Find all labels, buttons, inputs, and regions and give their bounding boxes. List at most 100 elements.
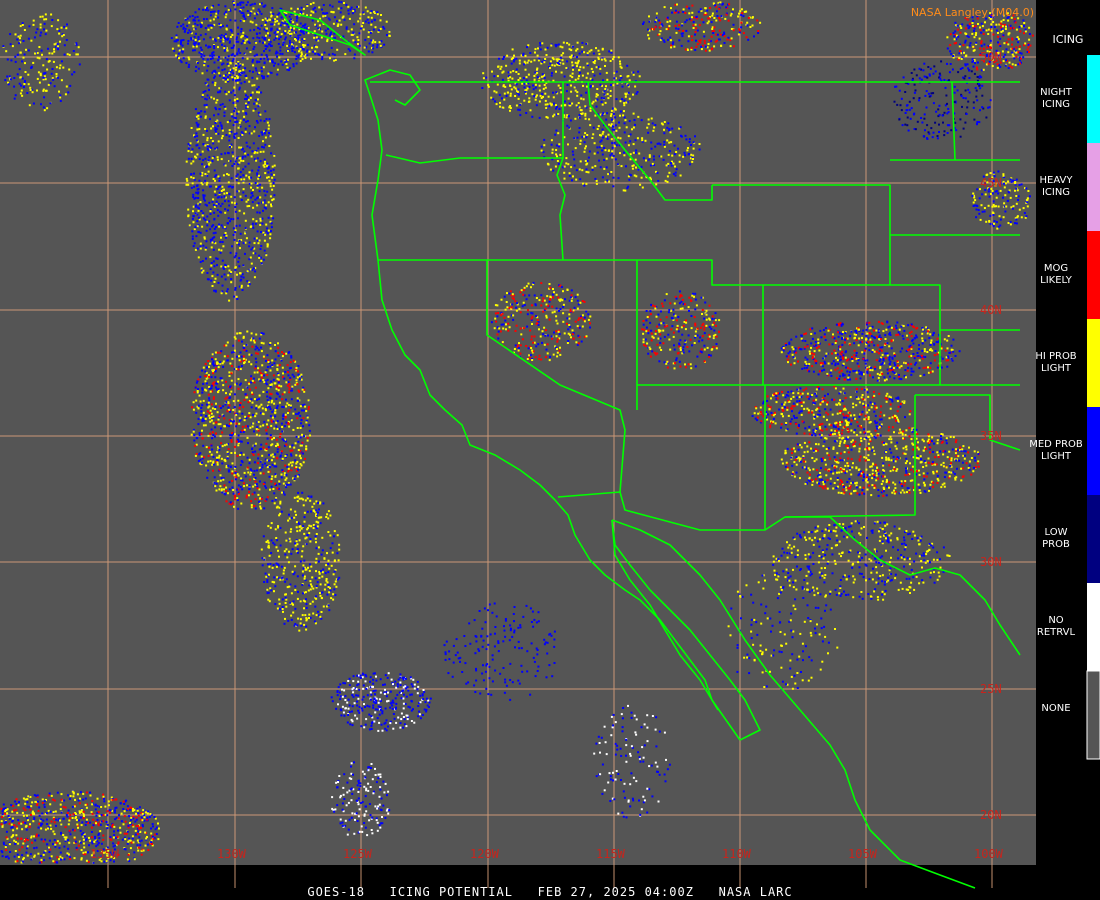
icing-pixel [237,387,240,390]
icing-pixel [233,110,236,113]
icing-pixel [265,442,268,445]
icing-pixel [250,176,253,179]
icing-pixel [242,355,245,358]
icing-pixel [192,18,195,21]
icing-pixel [202,159,205,162]
icing-pixel [975,32,978,35]
icing-pixel [601,149,604,152]
icing-pixel [238,88,241,91]
icing-pixel [253,54,256,57]
icing-pixel [556,160,559,162]
icing-pixel [225,292,228,295]
icing-pixel [197,256,200,259]
icing-pixel [538,100,541,103]
icing-pixel [613,141,616,144]
icing-pixel [259,224,262,226]
icing-pixel [197,197,200,199]
icing-pixel [1009,178,1012,181]
icing-pixel [265,29,268,32]
icing-pixel [993,26,996,28]
icing-pixel [220,153,223,156]
icing-pixel [233,295,236,298]
icing-pixel [299,60,302,62]
icing-pixel [235,440,238,443]
icing-pixel [953,35,956,38]
icing-pixel [281,576,284,579]
icing-pixel [598,159,600,162]
icing-pixel [557,84,560,87]
icing-pixel [176,39,179,42]
icing-pixel [378,29,380,32]
icing-pixel [740,8,743,11]
icing-pixel [288,537,291,540]
icing-pixel [221,127,223,130]
icing-pixel [553,102,555,105]
icing-pixel [236,97,239,100]
icing-pixel [318,6,321,9]
icing-pixel [490,96,493,99]
icing-pixel [228,299,231,302]
icing-pixel [275,406,278,409]
icing-pixel [625,165,627,168]
icing-pixel [687,40,690,43]
icing-pixel [256,211,259,214]
icing-pixel [366,18,369,21]
icing-pixel [511,297,514,300]
icing-pixel [328,53,331,56]
icing-pixel [623,102,626,105]
icing-pixel [240,30,243,33]
icing-pixel [989,172,992,175]
icing-pixel [299,529,301,532]
icing-pixel [262,258,265,261]
icing-pixel [280,476,283,479]
icing-pixel [583,184,586,187]
icing-pixel [234,104,237,107]
icing-pixel [224,493,227,496]
icing-pixel [256,77,259,80]
icing-pixel [573,137,576,140]
icing-pixel [685,29,688,32]
icing-pixel [267,201,270,204]
icing-pixel [236,53,239,56]
icing-pixel [185,177,188,180]
icing-pixel [498,57,500,60]
icing-pixel [506,54,509,57]
icing-pixel [211,353,214,356]
icing-pixel [575,49,578,52]
icing-pixel [370,23,373,26]
icing-pixel [247,198,250,201]
icing-pixel [280,60,283,63]
icing-pixel [241,57,244,60]
icing-pixel [718,17,721,19]
icing-pixel [530,60,533,63]
icing-pixel [551,64,554,67]
icing-pixel [663,145,666,148]
icing-pixel [276,442,279,445]
icing-pixel [283,622,286,625]
icing-pixel [307,495,310,498]
icing-pixel [566,84,569,86]
icing-pixel [259,119,262,122]
icing-pixel [266,121,269,124]
icing-pixel [255,120,258,122]
icing-pixel [660,155,663,158]
icing-pixel [222,62,225,65]
icing-pixel [609,95,612,97]
icing-pixel [652,129,655,132]
icing-pixel [555,307,558,310]
icing-pixel [241,155,244,158]
icing-pixel [180,61,183,64]
icing-pixel [296,530,299,533]
icing-pixel [237,110,240,113]
icing-pixel [583,141,586,144]
icing-pixel [591,168,594,171]
icing-pixel [555,149,558,151]
icing-pixel [980,204,983,207]
icing-pixel [726,38,729,41]
icing-pixel [220,427,222,430]
icing-pixel [331,5,334,8]
icing-pixel [294,623,297,625]
icing-pixel [980,44,983,47]
icing-pixel [563,171,566,174]
icing-pixel [262,355,265,358]
